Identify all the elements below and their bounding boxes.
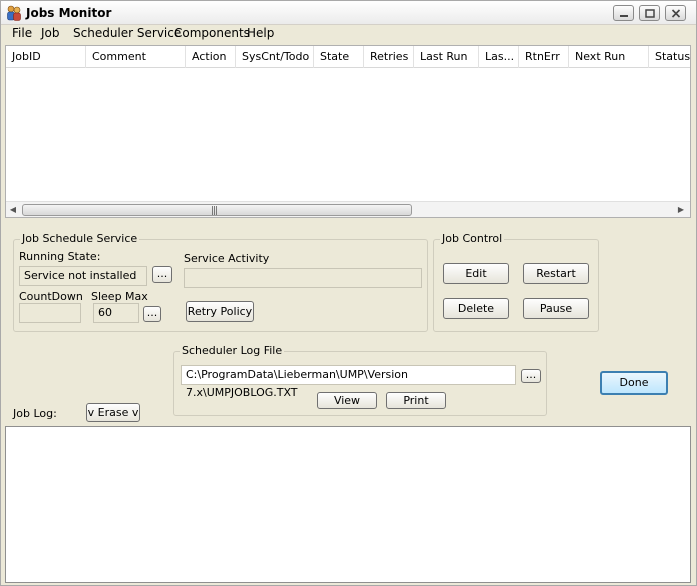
job-control-title: Job Control xyxy=(440,232,505,245)
scroll-left-icon[interactable]: ◀ xyxy=(8,205,18,215)
close-button[interactable] xyxy=(665,5,686,21)
menu-job[interactable]: Job xyxy=(39,26,62,40)
edit-job-button[interactable]: Edit xyxy=(443,263,509,284)
scheduler-log-file-title: Scheduler Log File xyxy=(180,344,285,357)
view-log-button[interactable]: View xyxy=(317,392,377,409)
column-header-state[interactable]: State xyxy=(314,46,364,68)
erase-dropdown-button[interactable]: v Erase v xyxy=(86,403,140,422)
column-header-jobid[interactable]: JobID xyxy=(6,46,86,68)
job-log-textarea[interactable] xyxy=(5,426,691,583)
pause-job-button[interactable]: Pause xyxy=(523,298,589,319)
countdown-label: CountDown xyxy=(19,290,83,303)
menu-components[interactable]: Components xyxy=(172,26,252,40)
job-schedule-service-title: Job Schedule Service xyxy=(20,232,140,245)
sleep-max-browse-button[interactable]: ... xyxy=(143,306,161,322)
restart-job-button[interactable]: Restart xyxy=(523,263,589,284)
sleep-max-field[interactable]: 60 xyxy=(93,303,139,323)
column-header-last-truncated[interactable]: Las... xyxy=(479,46,519,68)
jobs-monitor-window: Jobs Monitor File Job Scheduler Service … xyxy=(0,0,697,586)
close-icon xyxy=(671,9,681,18)
horizontal-scrollbar[interactable]: ◀ ||| ▶ xyxy=(6,201,690,217)
column-header-rtnerr[interactable]: RtnErr xyxy=(519,46,569,68)
running-state-label: Running State: xyxy=(19,250,101,263)
delete-job-button[interactable]: Delete xyxy=(443,298,509,319)
grip-icon: ||| xyxy=(211,206,218,216)
menu-bar: File Job Scheduler Service Components He… xyxy=(1,25,696,43)
running-state-field: Service not installed xyxy=(19,266,147,286)
scheduler-log-path-field[interactable]: C:\ProgramData\Lieberman\UMP\Version 7.x… xyxy=(181,365,516,399)
service-activity-field xyxy=(184,268,422,288)
column-header-action[interactable]: Action xyxy=(186,46,236,68)
scroll-right-icon[interactable]: ▶ xyxy=(676,205,686,215)
running-state-browse-button[interactable]: ... xyxy=(152,266,172,283)
maximize-icon xyxy=(645,9,655,18)
minimize-icon xyxy=(620,15,628,17)
column-header-comment[interactable]: Comment xyxy=(86,46,186,68)
menu-file[interactable]: File xyxy=(10,26,34,40)
users-app-icon xyxy=(7,5,21,21)
service-activity-label: Service Activity xyxy=(184,252,270,265)
minimize-button[interactable] xyxy=(613,5,634,21)
maximize-button[interactable] xyxy=(639,5,660,21)
column-header-syscnt-todo[interactable]: SysCnt/Todo xyxy=(236,46,314,68)
window-title: Jobs Monitor xyxy=(26,6,112,20)
menu-help[interactable]: Help xyxy=(245,26,276,40)
countdown-field xyxy=(19,303,81,323)
title-bar[interactable]: Jobs Monitor xyxy=(1,1,696,25)
print-log-button[interactable]: Print xyxy=(386,392,446,409)
done-button[interactable]: Done xyxy=(600,371,668,395)
sleep-max-label: Sleep Max xyxy=(91,290,148,303)
job-log-label: Job Log: xyxy=(13,407,57,420)
grid-header: JobID Comment Action SysCnt/Todo State R… xyxy=(6,46,690,68)
column-header-status[interactable]: Status xyxy=(649,46,690,68)
column-header-next-run[interactable]: Next Run xyxy=(569,46,649,68)
jobs-list-grid[interactable]: JobID Comment Action SysCnt/Todo State R… xyxy=(5,45,691,218)
column-header-retries[interactable]: Retries xyxy=(364,46,414,68)
log-path-browse-button[interactable]: ... xyxy=(521,369,541,383)
scrollbar-thumb[interactable]: ||| xyxy=(22,204,412,216)
retry-policy-button[interactable]: Retry Policy xyxy=(186,301,254,322)
column-header-last-run[interactable]: Last Run xyxy=(414,46,479,68)
menu-scheduler-service[interactable]: Scheduler Service xyxy=(71,26,183,40)
